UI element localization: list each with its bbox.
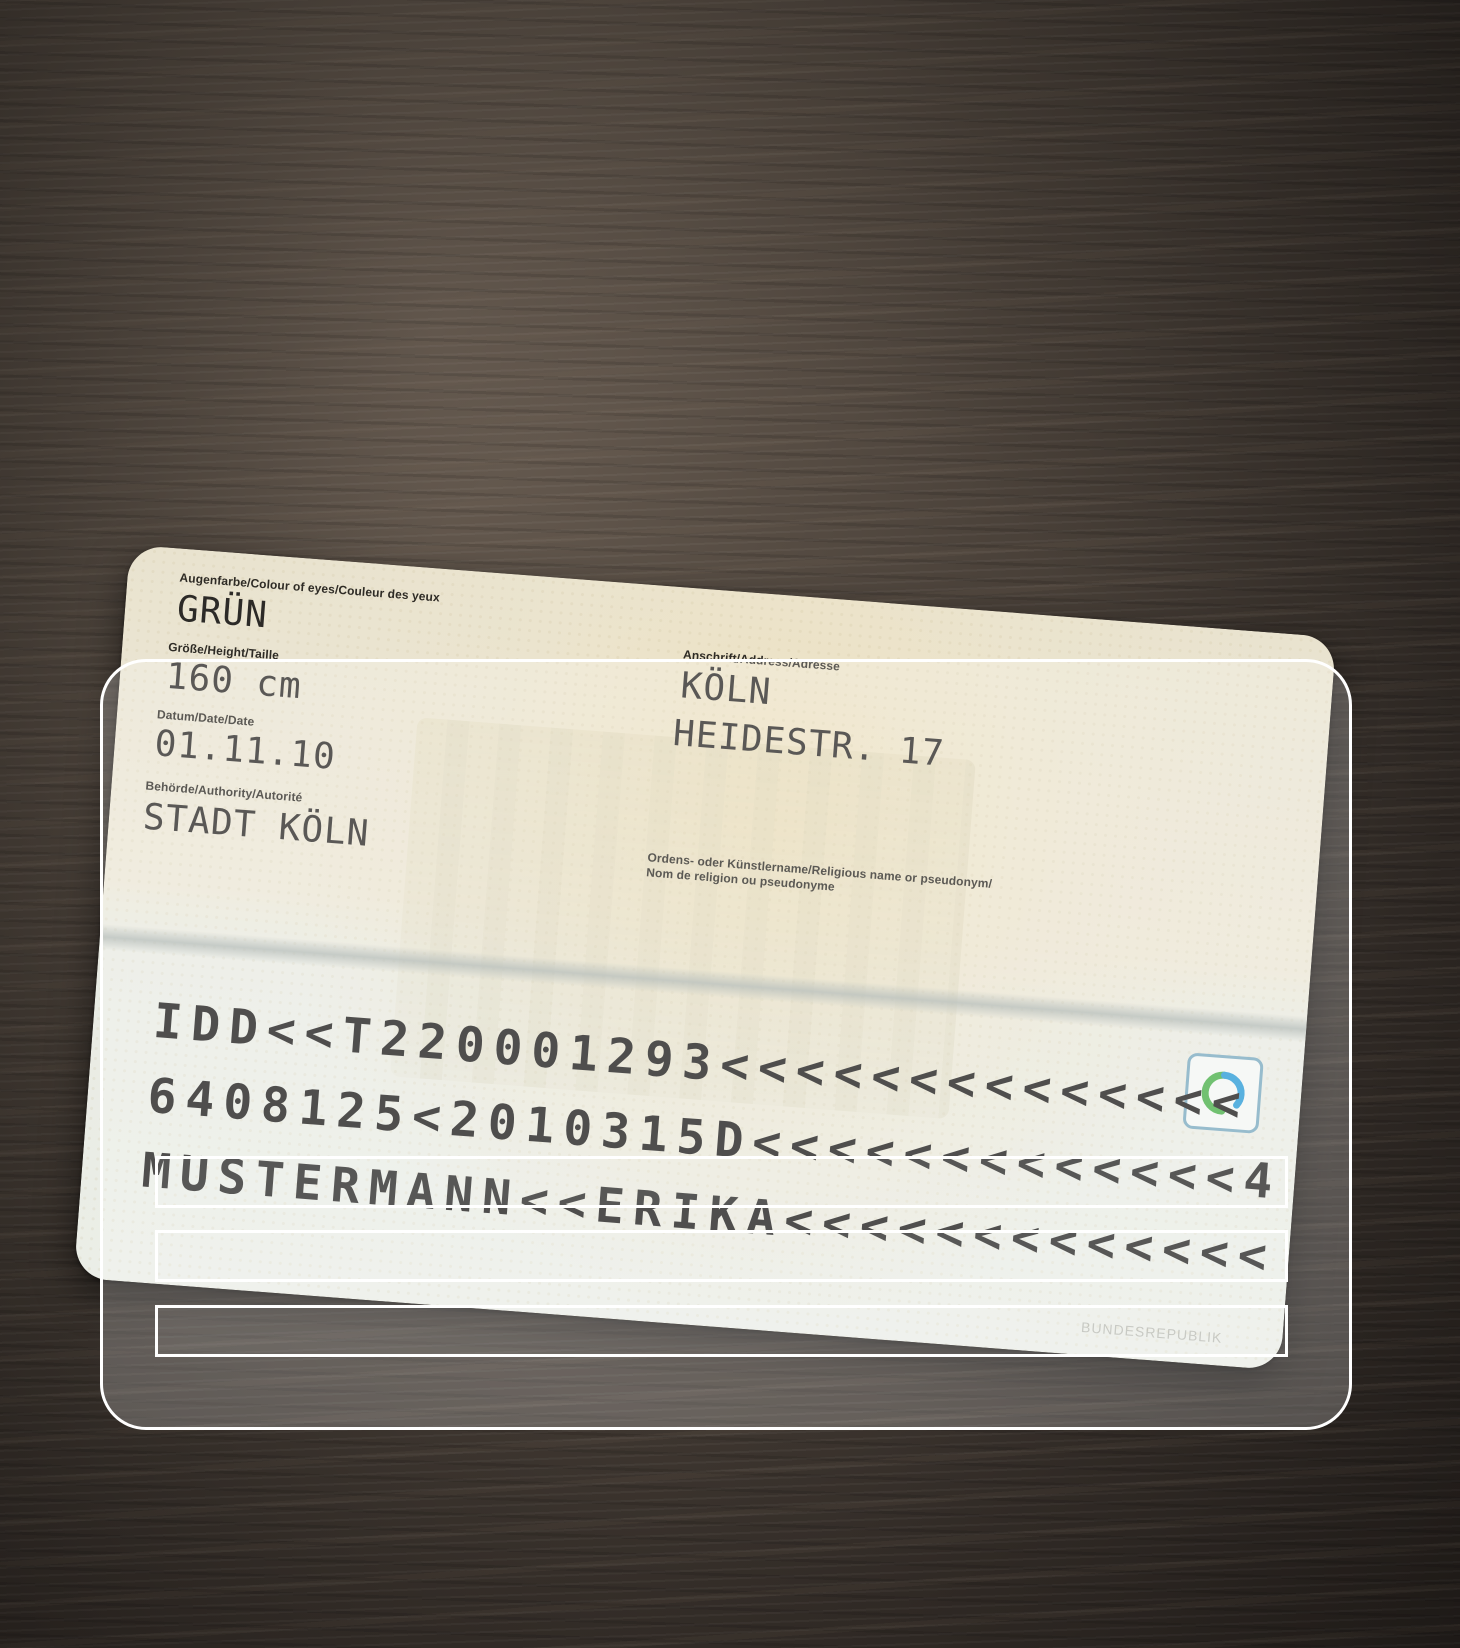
eye-color-value: GRÜN	[175, 588, 270, 637]
mrz-guide-line-2	[155, 1230, 1288, 1282]
mrz-guide-line-1	[155, 1156, 1288, 1208]
mrz-guide-line-3	[155, 1305, 1288, 1357]
